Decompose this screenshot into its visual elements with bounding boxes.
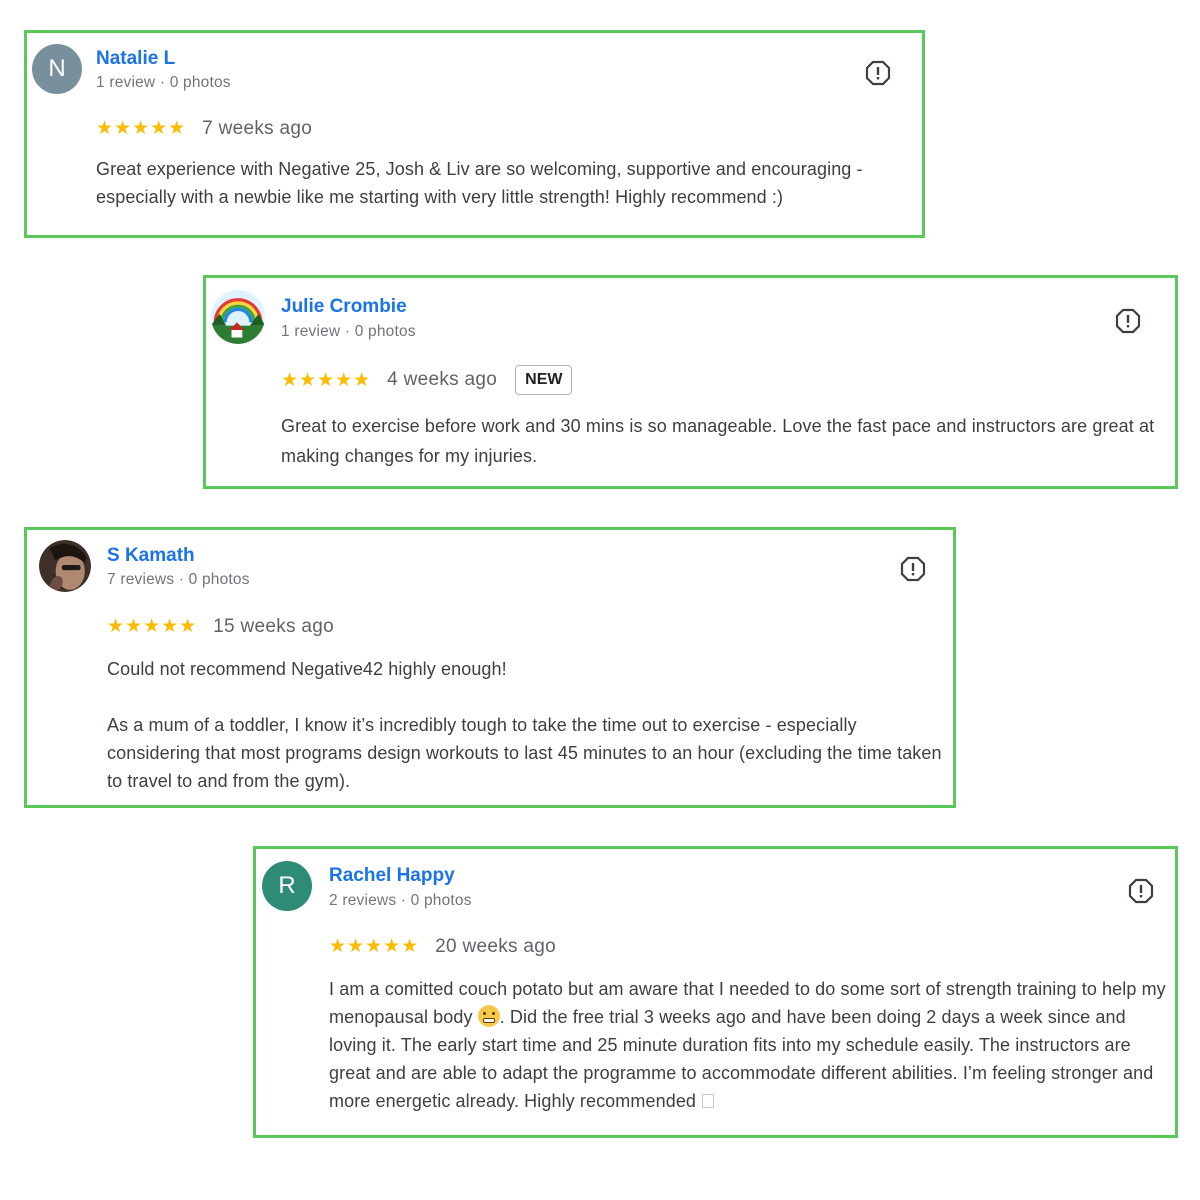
review-time: 4 weeks ago xyxy=(387,369,498,390)
star-rating: ★★★★★ xyxy=(281,369,372,391)
star-rating: ★★★★★ xyxy=(107,616,198,637)
review-text: Could not recommend Negative42 highly en… xyxy=(107,655,945,795)
rating-row: ★★★★★ 15 weeks ago xyxy=(107,615,334,638)
report-flag-icon[interactable] xyxy=(865,60,891,86)
review-time: 20 weeks ago xyxy=(435,935,557,957)
reviewer-meta: 2 reviews · 0 photos xyxy=(329,892,472,909)
reviewer-name[interactable]: Rachel Happy xyxy=(329,865,455,887)
star-rating: ★★★★★ xyxy=(329,936,420,957)
reviewer-meta: 1 review · 0 photos xyxy=(281,323,416,340)
reviewer-name[interactable]: S Kamath xyxy=(107,545,195,567)
review-card-rachel: R Rachel Happy 2 reviews · 0 photos ★★★★… xyxy=(253,846,1178,1138)
review-paragraph: Could not recommend Negative42 highly en… xyxy=(107,659,507,679)
rating-row: ★★★★★ 20 weeks ago xyxy=(329,935,556,958)
review-paragraph: As a mum of a toddler, I know it’s incre… xyxy=(107,715,942,791)
review-card-julie: Julie Crombie 1 review · 0 photos ★★★★★ … xyxy=(203,275,1178,489)
rating-row: ★★★★★ 4 weeks ago NEW xyxy=(281,365,573,395)
avatar[interactable]: N xyxy=(32,44,82,94)
reviewer-name[interactable]: Julie Crombie xyxy=(281,296,407,318)
review-text: Great experience with Negative 25, Josh … xyxy=(96,155,916,211)
report-flag-icon[interactable] xyxy=(900,556,926,582)
reviewer-meta: 1 review · 0 photos xyxy=(96,74,231,91)
new-badge: NEW xyxy=(515,365,573,395)
review-card-natalie: N Natalie L 1 review · 0 photos ★★★★★ 7 … xyxy=(24,30,925,238)
review-text: I am a comitted couch potato but am awar… xyxy=(329,975,1169,1115)
reviewer-meta: 7 reviews · 0 photos xyxy=(107,571,250,588)
review-text: Great to exercise before work and 30 min… xyxy=(281,411,1161,471)
review-paragraph: Great to exercise before work and 30 min… xyxy=(281,416,1155,466)
report-flag-icon[interactable] xyxy=(1115,308,1141,334)
review-card-kamath: S Kamath 7 reviews · 0 photos ★★★★★ 15 w… xyxy=(24,527,956,808)
report-flag-icon[interactable] xyxy=(1128,878,1154,904)
review-paragraph: Great experience with Negative 25, Josh … xyxy=(96,159,863,207)
review-time: 15 weeks ago xyxy=(213,615,335,637)
avatar[interactable]: R xyxy=(262,861,312,911)
review-time: 7 weeks ago xyxy=(202,117,313,139)
grimacing-face-emoji xyxy=(477,1005,500,1027)
reviewer-name[interactable]: Natalie L xyxy=(96,48,175,70)
rating-row: ★★★★★ 7 weeks ago xyxy=(96,117,312,140)
missing-glyph-icon xyxy=(702,1094,715,1108)
avatar[interactable] xyxy=(39,540,91,592)
review-paragraph: I am a comitted couch potato but am awar… xyxy=(329,975,1169,1115)
avatar[interactable] xyxy=(211,290,265,344)
star-rating: ★★★★★ xyxy=(96,118,187,139)
